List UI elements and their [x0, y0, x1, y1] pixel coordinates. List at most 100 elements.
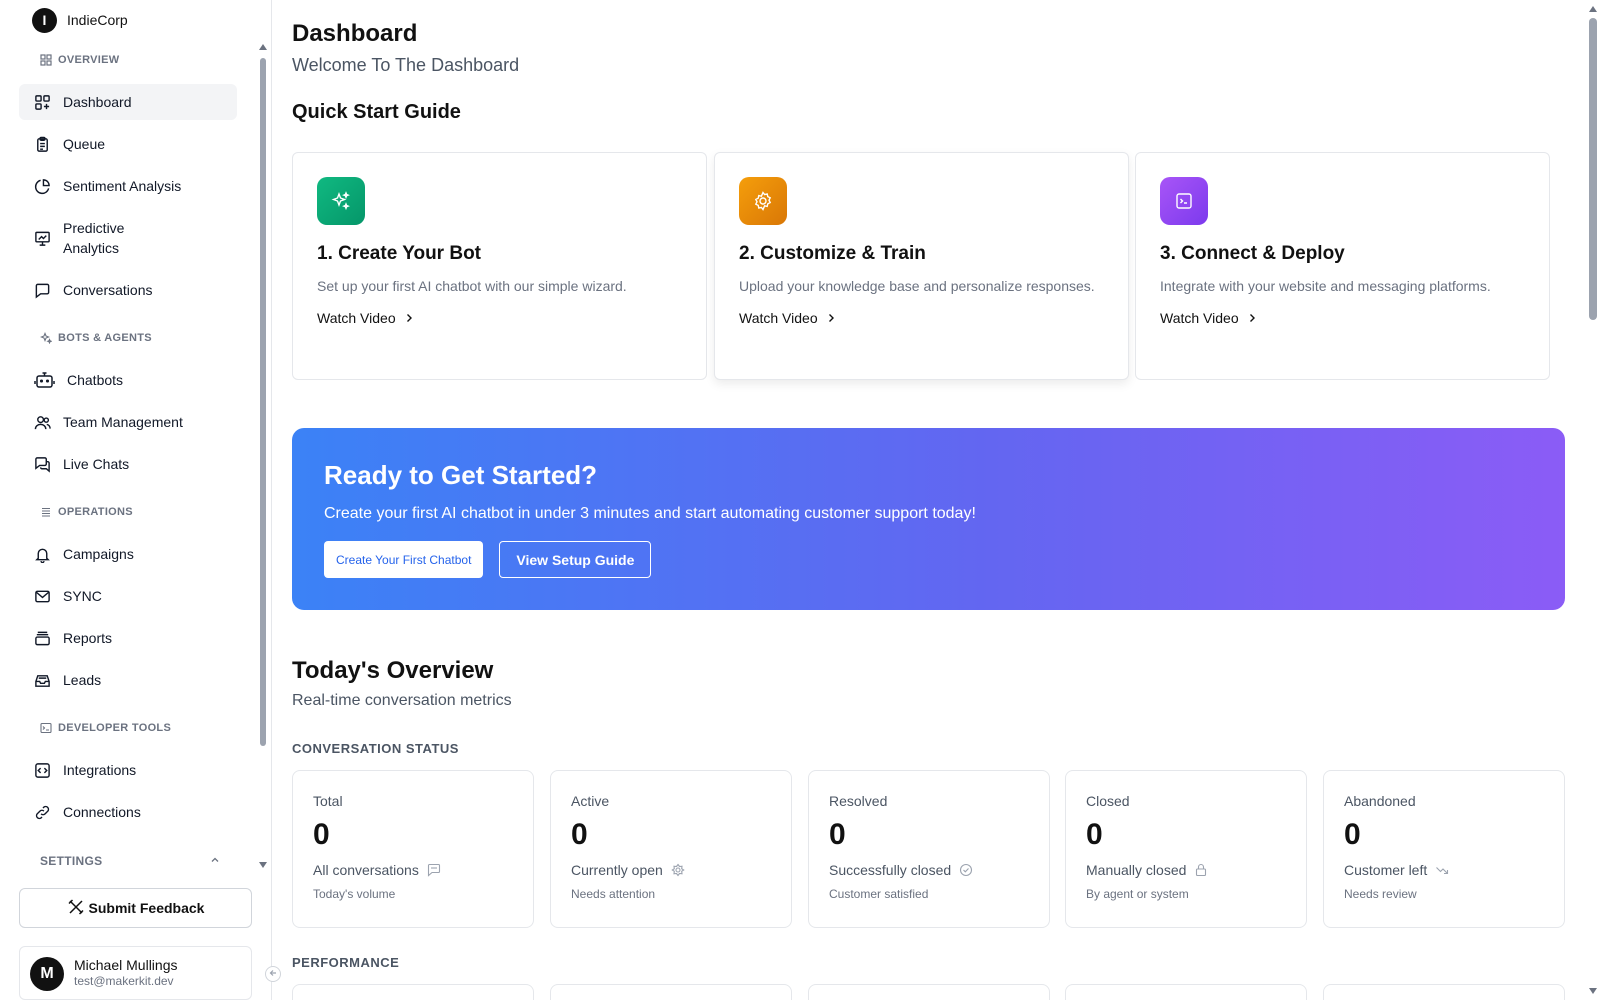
sidebar-item-label: Reports [63, 630, 113, 646]
section-developer-tools: DEVELOPER TOOLS [40, 722, 171, 734]
sidebar-item-label: Leads [63, 672, 102, 688]
sidebar-item-connections[interactable]: Connections [19, 794, 237, 830]
live-icon [671, 863, 685, 877]
presentation-chart-icon [33, 229, 51, 247]
sidebar: I IndieCorp OVERVIEW Dashboard Queue Sen… [0, 0, 281, 1000]
main-content: Dashboard Welcome To The Dashboard Quick… [272, 0, 1586, 1000]
sidebar-item-label: Predictive Analytics [63, 220, 125, 256]
quick-start-card-description: Integrate with your website and messagin… [1160, 278, 1491, 294]
sidebar-item-label: Sentiment Analysis [63, 178, 182, 194]
metric-description-text: Manually closed [1086, 862, 1187, 878]
sidebar-item-label: Team Management [63, 414, 183, 430]
quick-start-card-create-bot: 1. Create Your Bot Set up your first AI … [292, 152, 707, 380]
sidebar-item-label: Chatbots [67, 372, 124, 388]
banner-description: Create your first AI chatbot in under 3 … [324, 505, 976, 522]
chevron-up-icon [210, 854, 220, 868]
sparkles-icon [317, 177, 365, 225]
section-settings[interactable]: SETTINGS [40, 854, 220, 868]
sidebar-item-label: Connections [63, 804, 141, 820]
avatar: M [30, 957, 64, 991]
chevron-right-icon [404, 310, 414, 326]
page-scrollbar-thumb[interactable] [1589, 18, 1597, 320]
metric-subtext: Today's volume [313, 887, 396, 901]
submit-feedback-button[interactable]: Submit Feedback [19, 888, 252, 928]
submit-feedback-label: Submit Feedback [88, 900, 205, 916]
sidebar-scroll-up-arrow[interactable] [259, 44, 267, 50]
section-overview: OVERVIEW [40, 54, 120, 66]
performance-card [292, 984, 534, 1000]
banner-actions: Create Your First Chatbot View Setup Gui… [324, 541, 1533, 578]
metric-label: Closed [1086, 793, 1130, 809]
metric-label: Abandoned [1344, 793, 1416, 809]
metric-card-resolved: Resolved 0 Successfully closed Customer … [808, 770, 1050, 928]
sidebar-scrollbar-thumb[interactable] [260, 58, 266, 746]
metric-description-text: Currently open [571, 862, 663, 878]
sidebar-item-dashboard[interactable]: Dashboard [19, 84, 237, 120]
conversation-status-label: CONVERSATION STATUS [292, 741, 459, 756]
sidebar-item-chatbots[interactable]: Chatbots [19, 362, 237, 398]
brand-logo: I [32, 7, 57, 33]
metric-card-active: Active 0 Currently open Needs attention [550, 770, 792, 928]
metric-subtext: Needs attention [571, 887, 656, 901]
sidebar-item-leads[interactable]: Leads [19, 662, 237, 698]
sidebar-scroll-down-arrow[interactable] [259, 862, 267, 868]
performance-card [1323, 984, 1565, 1000]
mail-icon [33, 587, 51, 605]
dashboard-icon [33, 93, 51, 111]
section-overview-label: OVERVIEW [58, 54, 120, 66]
user-profile-card[interactable]: M Michael Mullings test@makerkit.dev [19, 946, 252, 1000]
page-scrollbar[interactable] [1586, 0, 1600, 1000]
performance-label: PERFORMANCE [292, 955, 400, 970]
sidebar-item-queue[interactable]: Queue [19, 126, 237, 162]
quick-start-card-description: Upload your knowledge base and personali… [739, 278, 1095, 294]
page-scroll-down-arrow[interactable] [1589, 988, 1597, 994]
create-first-chatbot-button[interactable]: Create Your First Chatbot [324, 541, 484, 578]
user-name: Michael Mullings [74, 957, 178, 973]
brand[interactable]: I IndieCorp [32, 7, 128, 33]
archive-icon [33, 629, 51, 647]
page-title: Dashboard [292, 20, 418, 47]
sidebar-item-live-chats[interactable]: Live Chats [19, 446, 237, 482]
chat-bubbles-icon [33, 455, 51, 473]
sidebar-item-reports[interactable]: Reports [19, 620, 237, 656]
sidebar-item-sentiment-analysis[interactable]: Sentiment Analysis [19, 168, 237, 204]
metric-description: Customer left [1344, 862, 1544, 878]
sidebar-item-campaigns[interactable]: Campaigns [19, 536, 237, 572]
sidebar-item-label: Queue [63, 136, 106, 152]
metric-card-closed: Closed 0 Manually closed By agent or sys… [1065, 770, 1307, 928]
watch-video-link[interactable]: Watch Video [1160, 310, 1257, 326]
quick-start-title: Quick Start Guide [292, 101, 461, 123]
section-operations: OPERATIONS [40, 506, 133, 518]
sidebar-item-integrations[interactable]: Integrations [19, 752, 237, 788]
page-scroll-up-arrow[interactable] [1589, 6, 1597, 12]
metric-subtext: Needs review [1344, 887, 1417, 901]
metric-description: All conversations [313, 862, 513, 878]
performance-card [550, 984, 792, 1000]
sidebar-item-sync[interactable]: SYNC [19, 578, 237, 614]
sidebar-item-label: Campaigns [63, 546, 134, 562]
sidebar-item-conversations[interactable]: Conversations [19, 272, 237, 308]
metric-label: Resolved [829, 793, 888, 809]
metric-description-text: Successfully closed [829, 862, 952, 878]
metric-card-total: Total 0 All conversations Today's volume [292, 770, 534, 928]
overview-title: Today's Overview [292, 657, 494, 684]
metric-value: 0 [829, 818, 846, 851]
chevron-right-icon [826, 310, 836, 326]
watch-video-link[interactable]: Watch Video [739, 310, 836, 326]
watch-video-link[interactable]: Watch Video [317, 310, 414, 326]
terminal-icon [40, 722, 52, 734]
chevron-right-icon [1247, 310, 1257, 326]
view-setup-guide-button[interactable]: View Setup Guide [499, 541, 652, 578]
metric-description: Successfully closed [829, 862, 1029, 878]
section-bots-agents-label: BOTS & AGENTS [58, 332, 152, 344]
metric-card-abandoned: Abandoned 0 Customer left Needs review [1323, 770, 1565, 928]
get-started-banner: Ready to Get Started? Create your first … [292, 428, 1565, 610]
code-square-icon [33, 761, 51, 779]
quick-start-card-connect-deploy: 3. Connect & Deploy Integrate with your … [1135, 152, 1550, 380]
quick-start-card-description: Set up your first AI chatbot with our si… [317, 278, 627, 294]
pie-chart-icon [33, 177, 51, 195]
sidebar-item-predictive-analytics[interactable]: Predictive Analytics [19, 214, 237, 262]
terminal-icon [1160, 177, 1208, 225]
quick-start-card-title: 3. Connect & Deploy [1160, 243, 1345, 264]
sidebar-item-team-management[interactable]: Team Management [19, 404, 237, 440]
